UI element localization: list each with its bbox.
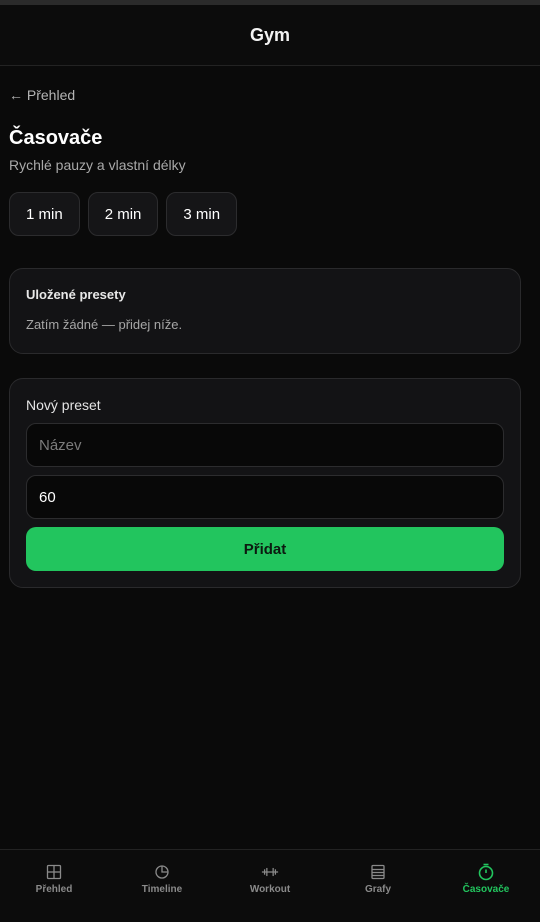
app-screen: Gym ← Přehled Časovače Rychlé pauzy a vl… bbox=[0, 0, 540, 922]
quick-timer-3min-button[interactable]: 3 min bbox=[166, 192, 238, 236]
nav-item-workout[interactable]: Workout bbox=[216, 850, 324, 922]
list-icon bbox=[369, 863, 387, 881]
quick-timer-2min-button[interactable]: 2 min bbox=[87, 192, 159, 236]
saved-presets-card: Uložené presety Zatím žádné — přidej níž… bbox=[9, 268, 521, 354]
quick-timer-row: 1 min 2 min 3 min bbox=[9, 192, 521, 236]
nav-item-casovace[interactable]: Časovače bbox=[432, 850, 540, 922]
app-header: Gym bbox=[0, 5, 540, 66]
app-title: Gym bbox=[249, 24, 291, 45]
pie-clock-icon bbox=[153, 863, 171, 881]
new-preset-title: Nový preset bbox=[26, 397, 101, 413]
add-preset-button[interactable]: Přidat bbox=[26, 527, 504, 571]
preset-name-input[interactable] bbox=[26, 423, 504, 467]
quick-timer-1min-button[interactable]: 1 min bbox=[9, 192, 80, 236]
stopwatch-icon bbox=[477, 863, 495, 881]
preset-seconds-input[interactable] bbox=[26, 475, 504, 519]
nav-label: Workout bbox=[249, 884, 291, 895]
dumbbell-icon bbox=[261, 863, 279, 881]
back-link[interactable]: ← Přehled bbox=[9, 87, 75, 105]
main-content: ← Přehled Časovače Rychlé pauzy a vlastn… bbox=[0, 66, 540, 588]
page-title: Časovače bbox=[9, 127, 103, 149]
nav-label: Časovače bbox=[462, 884, 510, 895]
saved-presets-title: Uložené presety bbox=[26, 287, 126, 302]
grid-icon bbox=[45, 863, 63, 881]
saved-presets-empty-text: Zatím žádné — přidej níže. bbox=[26, 317, 183, 332]
nav-item-timeline[interactable]: Timeline bbox=[108, 850, 216, 922]
nav-item-prehled[interactable]: Přehled bbox=[0, 850, 108, 922]
nav-label: Timeline bbox=[141, 884, 183, 895]
new-preset-card: Nový preset Přidat bbox=[9, 378, 521, 588]
bottom-nav: Přehled Timeline Workout Grafy Časovače bbox=[0, 849, 540, 922]
nav-label: Grafy bbox=[364, 884, 392, 895]
nav-item-grafy[interactable]: Grafy bbox=[324, 850, 432, 922]
page-subtitle: Rychlé pauzy a vlastní délky bbox=[9, 157, 186, 173]
nav-label: Přehled bbox=[35, 884, 73, 895]
